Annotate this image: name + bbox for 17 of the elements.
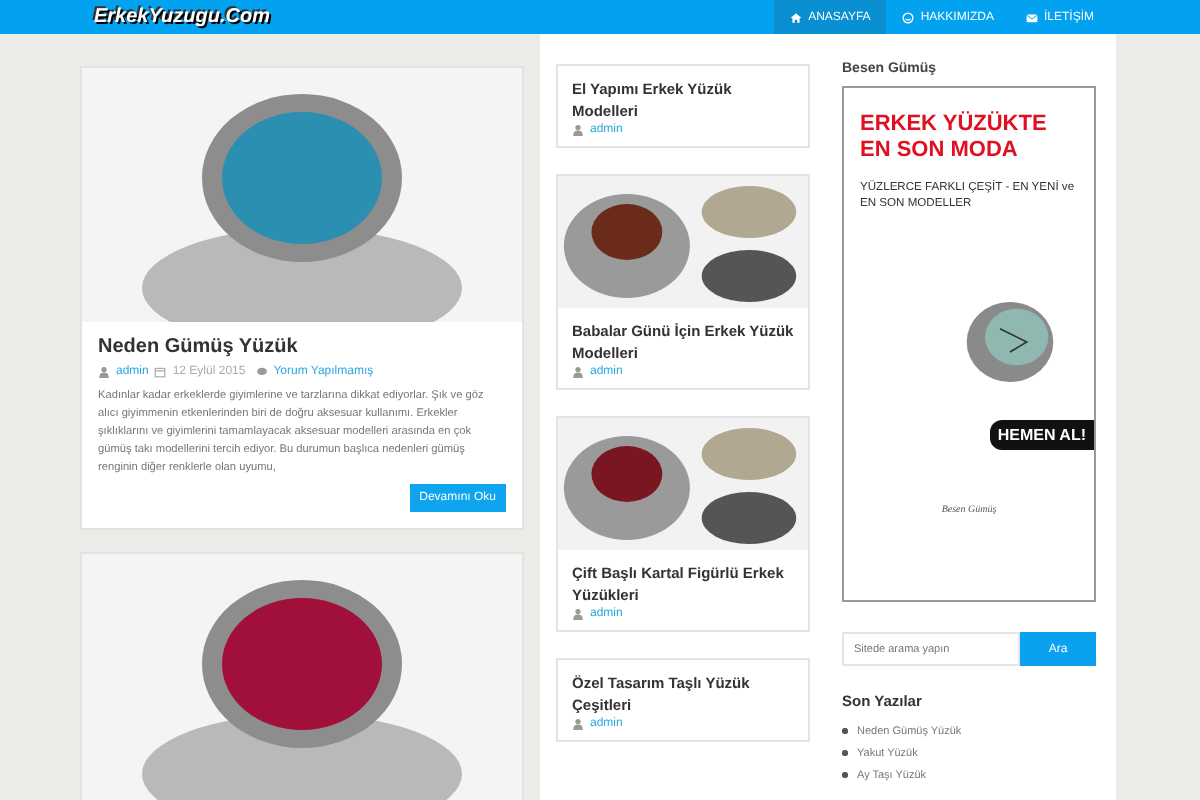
post-title[interactable]: Neden Gümüş Yüzük bbox=[98, 336, 506, 358]
bullet-icon bbox=[842, 728, 847, 734]
user-icon bbox=[572, 608, 584, 620]
user-icon bbox=[98, 366, 110, 378]
user-icon bbox=[572, 718, 584, 730]
home-icon bbox=[790, 11, 803, 23]
user-icon bbox=[572, 366, 584, 378]
user-icon bbox=[572, 124, 584, 136]
ad-headline: ERKEK YÜZÜKTE EN SON MODA bbox=[860, 112, 1049, 164]
ad-cta: HEMEN AL! bbox=[989, 420, 1094, 450]
site-logo[interactable]: ErkekYuzugu.Com bbox=[94, 6, 270, 28]
smile-icon bbox=[902, 11, 915, 23]
calendar-icon bbox=[154, 366, 167, 378]
bullet-icon bbox=[842, 772, 847, 778]
comment-icon bbox=[255, 366, 268, 378]
bullet-icon bbox=[842, 750, 847, 756]
mail-icon bbox=[1025, 11, 1038, 23]
